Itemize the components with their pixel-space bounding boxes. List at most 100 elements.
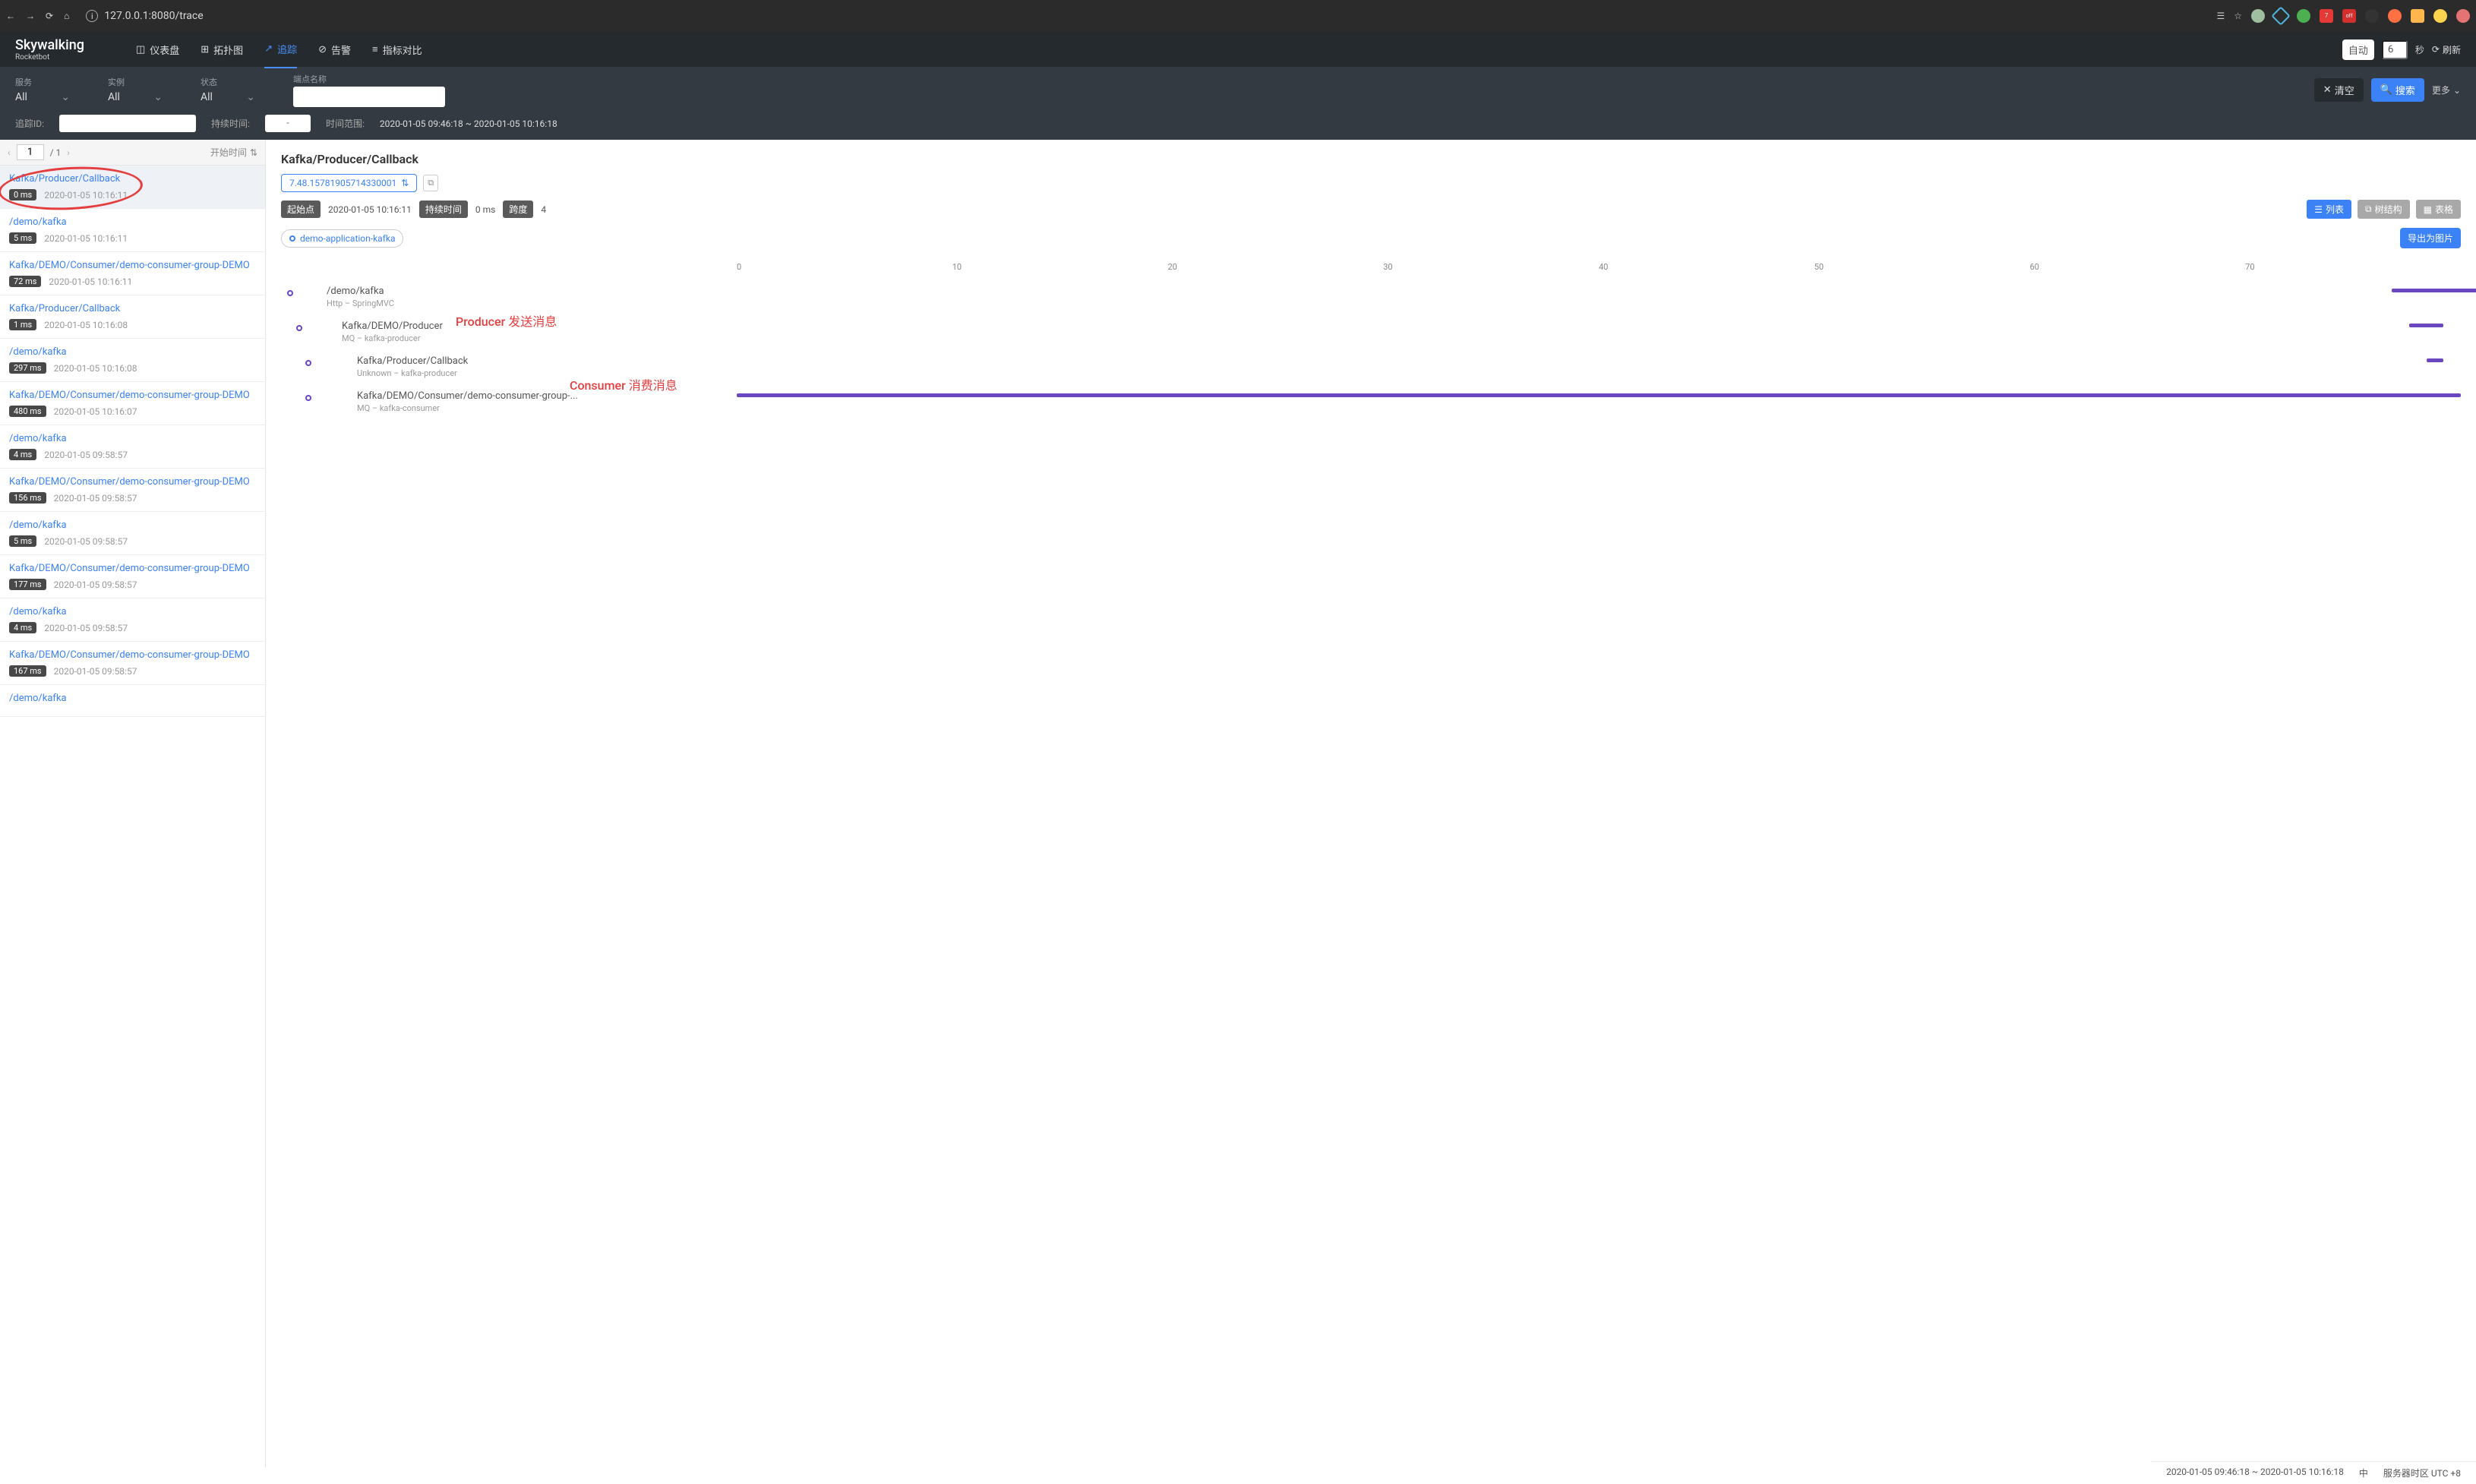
trace-list-item[interactable]: Kafka/Producer/Callback 1 ms2020-01-05 1… — [0, 295, 265, 339]
ext-icon-4[interactable]: 7 — [2320, 9, 2333, 23]
export-image-button[interactable]: 导出为图片 — [2400, 228, 2461, 248]
browser-chrome: ← → ⟳ ⌂ i 127.0.0.1:8080/trace ☰ ☆ 7 off — [0, 0, 2476, 32]
nav-dashboard[interactable]: ◫仪表盘 — [136, 31, 179, 68]
service-select[interactable]: All⌄ — [15, 90, 91, 105]
span-subtitle: MQ – kafka-producer — [342, 333, 737, 343]
service-tag[interactable]: demo-application-kafka — [281, 229, 403, 248]
view-table-button[interactable]: ▦表格 — [2416, 200, 2461, 219]
trace-list-item[interactable]: /demo/kafka 297 ms2020-01-05 10:16:08 — [0, 339, 265, 382]
timestamp: 2020-01-05 10:16:08 — [54, 363, 137, 374]
span-row[interactable]: Kafka/Producer/Callback Unknown – kafka-… — [281, 349, 2461, 384]
timestamp: 2020-01-05 10:16:11 — [44, 190, 128, 200]
trace-list-item[interactable]: Kafka/DEMO/Consumer/demo-consumer-group-… — [0, 555, 265, 598]
chevron-down-icon: ⌄ — [61, 91, 70, 103]
footer-tz[interactable]: 服务器时区 UTC +8 — [2383, 1467, 2461, 1479]
sort-start-time[interactable]: 开始时间 ⇅ — [210, 146, 257, 159]
copy-button[interactable]: ⧉ — [423, 175, 438, 191]
span-name: Kafka/DEMO/Producer — [342, 320, 737, 332]
span-subtitle: Http – SpringMVC — [327, 298, 737, 308]
more-button[interactable]: 更多⌄ — [2432, 84, 2461, 96]
axis-tick: 60 — [2030, 262, 2246, 272]
star-icon[interactable]: ☆ — [2234, 11, 2242, 21]
search-button[interactable]: 🔍搜索 — [2371, 78, 2424, 102]
info-icon[interactable]: i — [86, 10, 98, 22]
footer-lang[interactable]: 中 — [2359, 1467, 2368, 1479]
detail-title: Kafka/Producer/Callback — [281, 152, 2461, 166]
span-bar — [737, 393, 2461, 397]
trace-list-item[interactable]: /demo/kafka 5 ms2020-01-05 10:16:11 — [0, 209, 265, 252]
trace-id-select[interactable]: 7.48.15781905714330001⇅ — [281, 174, 417, 192]
alarm-icon: ⊘ — [318, 44, 327, 55]
timestamp: 2020-01-05 09:58:57 — [44, 536, 128, 547]
trace-list-item[interactable]: /demo/kafka 4 ms2020-01-05 09:58:57 — [0, 425, 265, 469]
span-bar — [2427, 358, 2444, 362]
ext-icon-5[interactable]: off — [2342, 9, 2356, 23]
span-row[interactable]: Kafka/DEMO/Consumer/demo-consumer-group-… — [281, 384, 2461, 419]
auto-interval-input[interactable] — [2382, 40, 2408, 59]
trace-list-item[interactable]: Kafka/DEMO/Consumer/demo-consumer-group-… — [0, 469, 265, 512]
page-input[interactable] — [17, 144, 44, 160]
sub-filter-row: 追踪ID: 持续时间: 时间范围: 2020-01-05 09:46:18 ~ … — [0, 110, 2476, 140]
page-next[interactable]: › — [67, 147, 70, 158]
table-icon: ▦ — [2424, 204, 2432, 215]
chevron-updown-icon: ⇅ — [401, 178, 409, 188]
view-tree-button[interactable]: ⧉树结构 — [2358, 200, 2410, 219]
span-subtitle: MQ – kafka-consumer — [357, 403, 737, 413]
nav-topology[interactable]: ⊞拓扑图 — [201, 31, 243, 68]
url-text: 127.0.0.1:8080/trace — [104, 10, 203, 22]
span-subtitle: Unknown – kafka-producer — [357, 368, 737, 378]
status-select[interactable]: All⌄ — [201, 90, 276, 105]
trace-id-input[interactable] — [59, 115, 196, 132]
reload-icon[interactable]: ⟳ — [46, 11, 53, 21]
dashboard-icon: ◫ — [136, 44, 145, 55]
reader-icon[interactable]: ☰ — [2216, 11, 2225, 21]
trace-name: Kafka/Producer/Callback — [9, 303, 256, 314]
footer-range[interactable]: 2020-01-05 09:46:18 ~ 2020-01-05 10:16:1… — [2166, 1467, 2344, 1479]
ext-icon-10[interactable] — [2456, 9, 2470, 23]
ext-icon-1[interactable] — [2251, 9, 2265, 23]
duration-badge: 167 ms — [9, 665, 46, 677]
search-icon: 🔍 — [2380, 84, 2392, 96]
ext-icon-2[interactable] — [2271, 6, 2290, 25]
refresh-button[interactable]: ⟳刷新 — [2432, 43, 2461, 56]
instance-select[interactable]: All⌄ — [108, 90, 184, 105]
compare-icon: ≡ — [372, 43, 378, 55]
timestamp: 2020-01-05 09:58:57 — [54, 666, 137, 677]
span-node-icon — [305, 360, 311, 366]
back-icon[interactable]: ← — [6, 11, 15, 21]
trace-list-item[interactable]: Kafka/DEMO/Consumer/demo-consumer-group-… — [0, 252, 265, 295]
span-name: Kafka/Producer/Callback — [357, 355, 737, 367]
endpoint-input[interactable] — [293, 87, 445, 107]
nav-compare[interactable]: ≡指标对比 — [372, 31, 422, 68]
trace-list-item[interactable]: /demo/kafka 4 ms2020-01-05 09:58:57 — [0, 598, 265, 642]
trace-list-item[interactable]: Kafka/DEMO/Consumer/demo-consumer-group-… — [0, 642, 265, 685]
nav-trace[interactable]: ↗追踪 — [264, 31, 297, 68]
timestamp: 2020-01-05 09:58:57 — [44, 450, 128, 460]
page-prev[interactable]: ‹ — [8, 147, 11, 158]
trace-list-item[interactable]: Kafka/DEMO/Consumer/demo-consumer-group-… — [0, 382, 265, 425]
forward-icon[interactable]: → — [26, 11, 35, 21]
trace-list: ‹ / 1 › 开始时间 ⇅ Kafka/Producer/Callback 0… — [0, 140, 266, 1467]
list-icon: ☰ — [2314, 204, 2323, 215]
trace-list-item[interactable]: Kafka/Producer/Callback 0 ms2020-01-05 1… — [0, 166, 265, 209]
span-row[interactable]: /demo/kafka Http – SpringMVC — [281, 279, 2461, 314]
trace-detail: Kafka/Producer/Callback 7.48.15781905714… — [266, 140, 2476, 1467]
span-name: Kafka/DEMO/Consumer/demo-consumer-group-… — [357, 390, 737, 402]
trace-name: /demo/kafka — [9, 606, 256, 617]
nav-alarm[interactable]: ⊘告警 — [318, 31, 351, 68]
span-row[interactable]: Kafka/DEMO/Producer MQ – kafka-producer — [281, 314, 2461, 349]
trace-list-item[interactable]: /demo/kafka — [0, 685, 265, 717]
ext-icon-6[interactable] — [2365, 9, 2379, 23]
ext-icon-9[interactable] — [2433, 9, 2447, 23]
ext-icon-8[interactable] — [2411, 9, 2424, 23]
ext-icon-3[interactable] — [2297, 9, 2310, 23]
trace-list-item[interactable]: /demo/kafka 5 ms2020-01-05 09:58:57 — [0, 512, 265, 555]
trace-name: /demo/kafka — [9, 433, 256, 444]
home-icon[interactable]: ⌂ — [64, 11, 69, 21]
clear-button[interactable]: ✕清空 — [2314, 78, 2364, 102]
span-bar — [2392, 289, 2476, 292]
sort-icon: ⇅ — [250, 147, 257, 158]
duration-min-input[interactable] — [265, 115, 311, 132]
view-list-button[interactable]: ☰列表 — [2307, 200, 2351, 219]
ext-icon-7[interactable] — [2388, 9, 2402, 23]
